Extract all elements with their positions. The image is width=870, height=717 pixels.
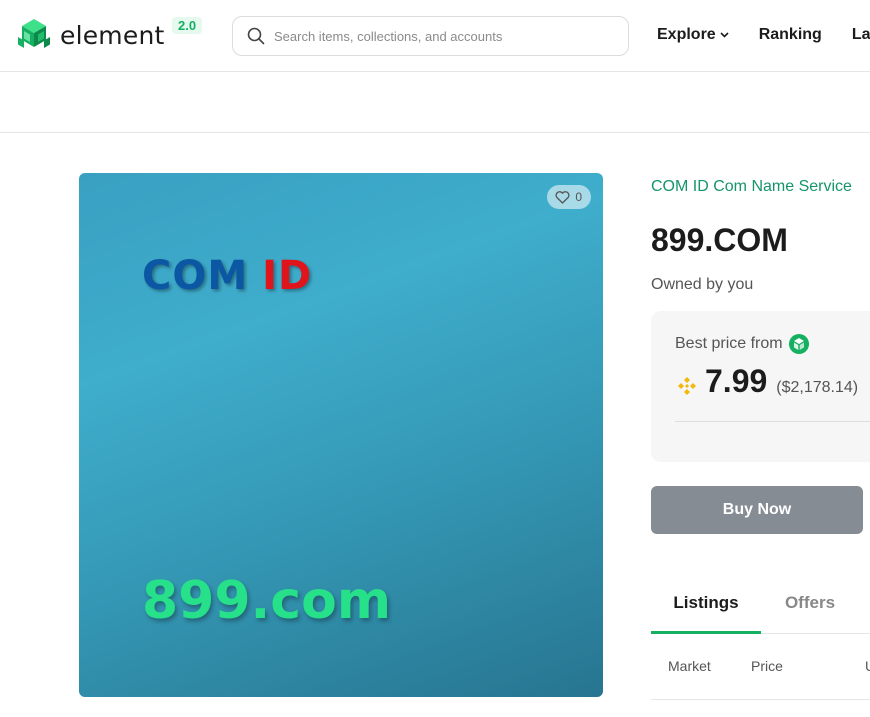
like-count: 0 xyxy=(575,190,582,204)
price-usd: ($2,178.14) xyxy=(776,379,859,396)
artwork-domain-text: 899.com xyxy=(142,571,392,631)
nav-ranking-label: Ranking xyxy=(758,26,822,43)
column-market: Market xyxy=(668,658,711,674)
listing-tabs: Listings Offers xyxy=(651,580,870,634)
column-usd: U xyxy=(865,658,870,674)
table-header-divider xyxy=(651,699,870,700)
price-card: Best price from 7.99 ($2,178.14) xyxy=(651,311,870,462)
bnb-icon xyxy=(678,377,696,395)
buy-now-button[interactable]: Buy Now xyxy=(651,486,863,534)
top-header: element 2.0 Explore Ranking Lau xyxy=(0,0,870,72)
logo[interactable]: element xyxy=(16,17,165,53)
heart-icon xyxy=(555,190,570,204)
like-button[interactable]: 0 xyxy=(547,185,591,209)
item-title: 899.COM xyxy=(651,222,788,258)
nft-artwork[interactable]: 0 COM ID 899.com xyxy=(79,173,603,697)
search-icon xyxy=(247,27,265,45)
best-price-label: Best price from xyxy=(675,334,809,354)
nav-ranking[interactable]: Ranking xyxy=(759,26,822,44)
chevron-down-icon xyxy=(720,32,729,38)
main-nav: Explore Ranking Lau xyxy=(657,26,870,44)
element-market-icon[interactable] xyxy=(788,334,809,354)
artwork-brand: COM ID xyxy=(142,253,312,299)
card-divider xyxy=(675,421,870,422)
search-input[interactable] xyxy=(274,28,604,44)
price-value: 7.99 xyxy=(705,363,768,399)
nav-launchpad[interactable]: Lau xyxy=(852,26,870,44)
subheader-divider xyxy=(0,132,870,133)
search-bar[interactable] xyxy=(232,16,629,56)
owner-text: Owned by you xyxy=(651,276,754,293)
collection-link[interactable]: COM ID Com Name Service xyxy=(651,178,852,196)
nav-explore[interactable]: Explore xyxy=(657,26,729,44)
artwork-brand-id: ID xyxy=(262,253,313,299)
artwork-brand-com: COM xyxy=(142,253,249,299)
price-row: 7.99 ($2,178.14) xyxy=(677,363,858,400)
tab-listings[interactable]: Listings xyxy=(651,580,761,634)
logo-text: element xyxy=(60,20,165,50)
best-price-text: Best price from xyxy=(675,335,783,352)
tab-offers[interactable]: Offers xyxy=(761,580,859,634)
column-price: Price xyxy=(751,658,783,674)
version-badge: 2.0 xyxy=(172,17,203,34)
nav-launchpad-label: Lau xyxy=(851,26,870,43)
element-logo-icon xyxy=(18,19,50,48)
nav-explore-label: Explore xyxy=(657,26,716,43)
